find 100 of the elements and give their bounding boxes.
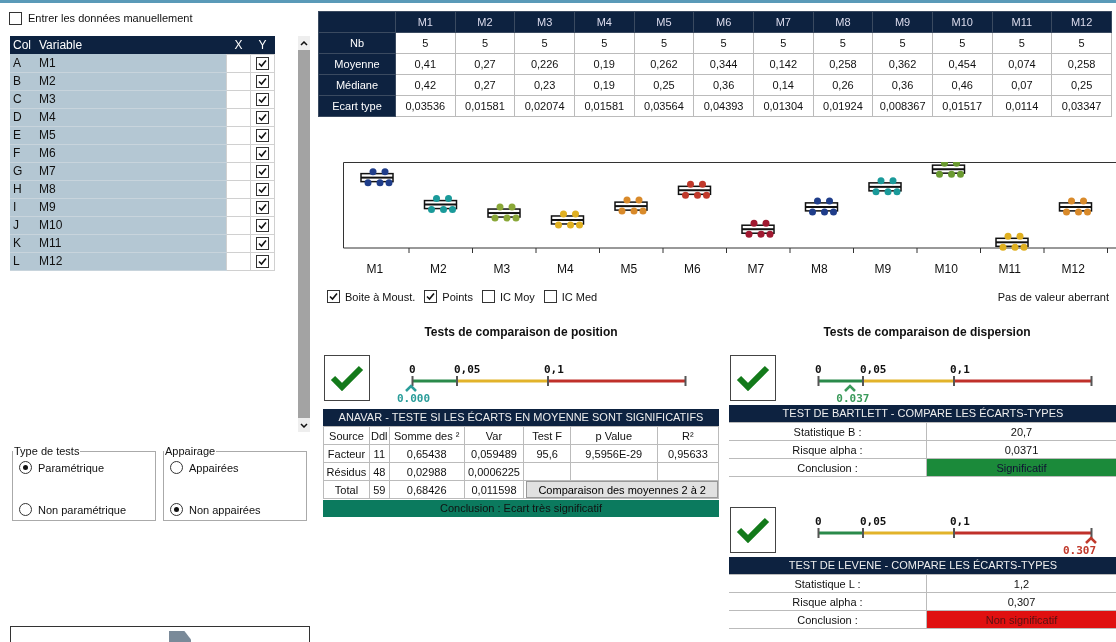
table-cell: 0,142 [753,53,814,75]
checkbox[interactable] [424,290,438,303]
row-header: Moyenne [318,53,396,75]
radio-button[interactable] [170,461,183,474]
row-header: Ecart type [318,95,396,117]
scrollbar[interactable] [298,36,310,432]
table-cell: 11 [369,444,390,463]
checkbox[interactable] [256,147,269,161]
table-cell: 0,362 [872,53,933,75]
radio-label: Non paramétrique [38,503,127,516]
column-header: Ddl [369,426,390,445]
axis-label: M9 [873,262,893,276]
table-cell: 5 [395,32,456,54]
table-cell: 0,14 [753,74,814,96]
checkbox[interactable] [9,11,22,25]
table-cell: 0,95633 [657,444,719,463]
axis-label: M1 [365,262,385,276]
box-plot [995,237,1029,248]
table-title: TEST DE BARTLETT - COMPARE LES ÉCARTS-TYPES [729,405,1116,422]
radio-button[interactable] [19,503,32,516]
table-cell: 5 [753,32,814,54]
table-cell: 0,011598 [464,480,524,499]
radio-label: Non appairées [189,503,261,516]
p-value-reading: 0.000 [397,392,431,405]
compare-button[interactable]: Comparaison des moyennes 2 à 2 [526,481,718,498]
tick-label: 0,05 [860,363,887,376]
table-cell: 0,0006225 [464,462,524,481]
checkbox[interactable] [256,183,269,197]
table-cell: 0,262 [634,53,694,75]
checkbox[interactable] [256,255,269,269]
axis-label: M3 [492,262,512,276]
column-header: M1 [395,11,456,33]
table-cell: 0,19 [574,53,635,75]
checkbox[interactable] [256,165,269,179]
table-cell: 0,41 [395,53,456,75]
axis-label: M2 [428,262,448,276]
checkbox[interactable] [327,290,340,303]
table-cell: 0,46 [932,74,993,96]
row-label: Statistique L : [729,574,927,593]
radio-button[interactable] [170,503,183,516]
column-header: M9 [872,11,933,33]
p-value-reading: 0.037 [836,392,870,405]
column-header: Source [323,426,370,445]
column-header: p Value [570,426,658,445]
table-title: TEST DE LEVENE - COMPARE LES ÉCARTS-TYPES [729,557,1116,574]
radio-label: Paramétrique [38,461,105,474]
table-cell: 0,01517 [932,95,993,117]
table-cell: 0,25 [1051,74,1112,96]
column-header: M10 [932,11,993,33]
checkbox[interactable] [256,237,269,251]
table-cell: 5 [514,32,575,54]
pointer-marker [405,384,417,392]
table-cell: 5 [455,32,515,54]
table-cell: 95,6 [523,444,571,463]
axis-label: M7 [746,262,766,276]
table-cell: 0,02988 [389,462,465,481]
checkbox-label: Entrer les données manuellement [28,12,193,24]
row-label: Conclusion : [729,610,927,629]
axis-label: M6 [682,262,702,276]
column-header: R² [657,426,719,445]
table-cell: 5 [634,32,694,54]
table-cell: Facteur [323,444,370,463]
checkbox[interactable] [543,290,557,303]
column-header: Col [10,36,36,54]
table-cell: 48 [369,462,390,481]
table-cell: 0,25 [634,74,694,96]
box-plot [677,185,712,196]
status-text: Pas de valeur aberrant [997,290,1109,303]
checkbox[interactable] [256,201,269,215]
box-plot [931,164,966,174]
checkbox[interactable] [256,129,269,143]
table-cell: Total [323,480,370,499]
checkbox[interactable] [256,75,269,89]
axis-label: M10 [933,262,959,276]
action-button[interactable] [10,626,310,642]
table-cell: 0,36 [872,74,933,96]
table-cell: 5 [813,32,873,54]
column-header: M8 [813,11,873,33]
checkbox[interactable] [256,219,269,233]
checkbox-label: Boite à Moust. [345,290,416,303]
checkbox[interactable] [481,290,495,303]
table-cell: 0,01581 [574,95,635,117]
table-cell: 9,5956E-29 [570,444,658,463]
box-plot [423,199,458,210]
column-header: X [226,36,251,54]
table-cell: 0,01924 [813,95,873,117]
table-title: ANAVAR - TESTE SI LES ÉCARTS EN MOYENNE SONT SIGNIFICATIFS [323,409,719,426]
radio-button[interactable] [19,461,32,474]
p-value-reading: 0.307 [1063,544,1097,557]
table-cell: 0,01581 [455,95,515,117]
table-cell: 0,65438 [389,444,465,463]
table-cell: 0,03564 [634,95,694,117]
checkbox[interactable] [256,57,269,71]
pointer-marker [1085,536,1097,544]
axis-label: M12 [1060,262,1086,276]
checkbox[interactable] [256,111,269,125]
row-label: Risque alpha : [729,592,927,611]
tick-label: 0 [815,363,822,376]
box-plot [741,224,775,234]
checkbox[interactable] [256,93,269,107]
